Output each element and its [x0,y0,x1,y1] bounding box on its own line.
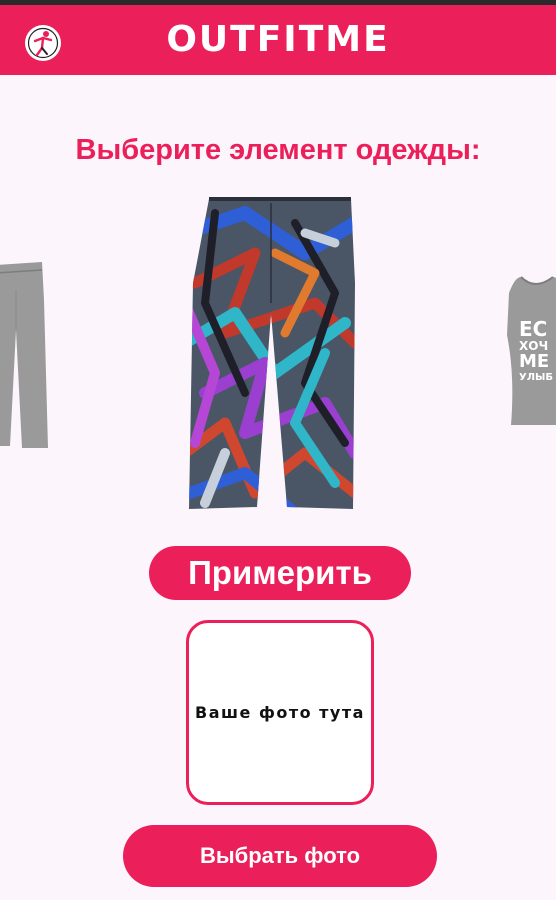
try-on-button[interactable]: Примерить [149,546,411,600]
clothing-carousel[interactable]: ЕС ХОЧ МЕ УЛЫБ [0,190,556,520]
choose-photo-button[interactable]: Выбрать фото [123,825,437,887]
shirt-print-line: УЛЫБ [519,372,553,383]
gray-pants-icon[interactable] [0,260,60,450]
shirt-print-line: ХОЧ [519,339,549,353]
photo-placeholder-text: Ваше фото тута [195,703,365,722]
clothing-prompt-title: Выберите элемент одежды: [75,134,481,166]
shirt-print-line: МЕ [519,353,550,371]
photo-upload-area[interactable]: Ваше фото тута [186,620,374,805]
app-header: OUTFITME [0,5,556,75]
shirt-print-line: ЕС [519,319,548,339]
gray-tank-top-icon[interactable]: ЕС ХОЧ МЕ УЛЫБ [505,275,556,425]
app-title: OUTFITME [166,19,390,60]
graffiti-pants-icon[interactable] [185,193,355,513]
